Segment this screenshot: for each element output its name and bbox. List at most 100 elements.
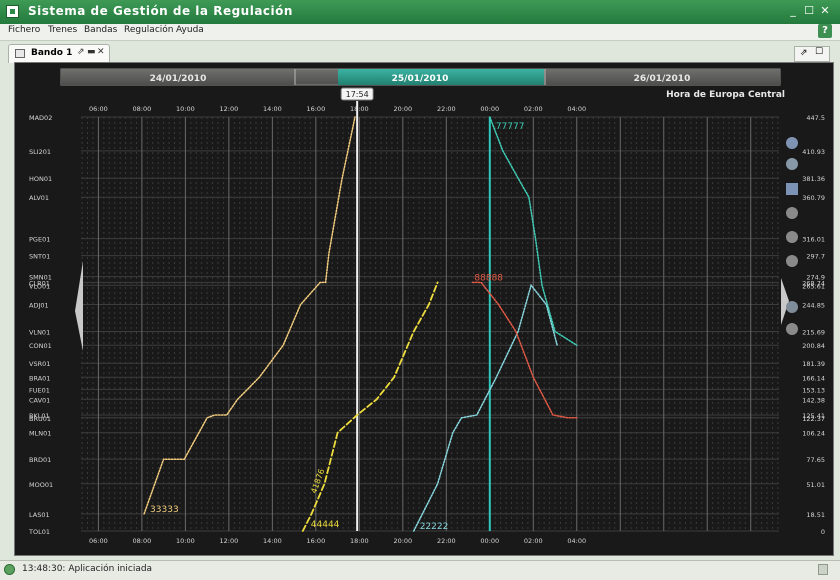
menu-trenes[interactable]: Trenes — [48, 25, 77, 35]
station-label: VLO01 — [29, 282, 50, 290]
menu-fichero[interactable]: Fichero — [8, 25, 40, 35]
scroll-right-handle[interactable] — [781, 278, 789, 325]
station-label: ADJ01 — [29, 301, 49, 309]
tool-icon[interactable] — [786, 231, 798, 243]
km-label: 316.01 — [802, 236, 825, 244]
station-label: SLI201 — [29, 148, 51, 156]
time-markers: 17:54 — [340, 87, 491, 531]
station-label: VSR01 — [29, 360, 50, 368]
time-tick-label: 08:00 — [133, 537, 152, 545]
help-icon[interactable]: ? — [818, 24, 832, 38]
time-tick-label: 00:00 — [480, 537, 499, 545]
station-label: SNT01 — [29, 253, 50, 261]
grid — [81, 116, 779, 532]
resize-grip-icon[interactable] — [818, 564, 828, 575]
float-view-icon[interactable]: ⇗ — [800, 48, 808, 58]
station-label: MLN01 — [29, 430, 51, 438]
scroll-left-handle[interactable] — [75, 261, 83, 351]
station-label: FUE01 — [29, 386, 50, 394]
km-label: 360.79 — [802, 194, 825, 202]
train-label[interactable]: 77777 — [496, 122, 525, 132]
tool-icon[interactable] — [786, 207, 798, 219]
view-buttons: ⇗ ☐ — [794, 46, 830, 62]
menu-ayuda[interactable]: Ayuda — [176, 25, 204, 35]
km-label: 106.24 — [802, 430, 825, 438]
time-tick-label: 16:00 — [306, 105, 325, 113]
menu-regulacion[interactable]: Regulación — [124, 25, 173, 35]
time-tick-label: 16:00 — [306, 537, 325, 545]
minimize-tab-icon[interactable]: ▬ — [87, 47, 96, 57]
document-tab[interactable]: Bando 1 ⇗ ▬ ✕ — [8, 44, 110, 63]
tool-icon[interactable] — [786, 301, 798, 313]
train-label[interactable]: 88888 — [474, 273, 503, 283]
train-label[interactable]: 33333 — [150, 505, 179, 515]
timezone-label: Hora de Europa Central — [666, 90, 785, 100]
diagram-panel: 24/01/2010 25/01/2010 26/01/2010 Hora de… — [14, 62, 834, 556]
maximize-view-icon[interactable]: ☐ — [815, 47, 823, 57]
time-tick-label: 22:00 — [437, 105, 456, 113]
km-label: 200.84 — [802, 342, 825, 350]
train-graph[interactable]: 24/01/2010 25/01/2010 26/01/2010 Hora de… — [15, 63, 833, 555]
km-label: 18.51 — [806, 511, 825, 519]
map-tool-icons — [786, 137, 798, 335]
station-label: BRU01 — [29, 415, 51, 423]
layer-icon[interactable] — [786, 183, 798, 195]
train-label[interactable]: 22222 — [420, 522, 449, 532]
date-tab-label: 26/01/2010 — [634, 74, 691, 84]
time-tick-label: 02:00 — [524, 537, 543, 545]
menu-bar: Fichero Trenes Bandas Regulación Ayuda — [0, 24, 840, 41]
train-path-88888[interactable] — [471, 281, 578, 419]
station-label: MOO01 — [29, 481, 53, 489]
km-label: 410.93 — [802, 148, 825, 156]
window-title: Sistema de Gestión de la Regulación — [28, 4, 293, 18]
minimize-button[interactable]: _ — [786, 4, 800, 18]
km-label: 166.14 — [802, 374, 825, 382]
time-tick-label: 00:00 — [480, 105, 499, 113]
status-message: 13:48:30: Aplicación iniciada — [22, 564, 153, 574]
status-bar: 13:48:30: Aplicación iniciada — [0, 560, 840, 580]
menu-bandas[interactable]: Bandas — [84, 25, 117, 35]
scroll-right-arrow-icon[interactable] — [781, 278, 789, 325]
station-label: LAS01 — [29, 511, 50, 519]
km-label: 77.65 — [806, 456, 825, 464]
time-tick-label: 22:00 — [437, 537, 456, 545]
time-tick-label: 18:00 — [350, 105, 369, 113]
km-label: 51.01 — [806, 481, 825, 489]
globe-icon[interactable] — [786, 137, 798, 149]
date-tab-bar: 24/01/2010 25/01/2010 26/01/2010 — [60, 68, 781, 86]
km-label: 122.37 — [802, 415, 825, 423]
zoom-icon[interactable] — [786, 158, 798, 170]
maximize-button[interactable]: ☐ — [802, 4, 816, 18]
km-label: 381.36 — [802, 175, 825, 183]
station-label: ALV01 — [29, 194, 49, 202]
time-tick-label: 08:00 — [133, 105, 152, 113]
station-label: BRD01 — [29, 456, 51, 464]
scroll-left-arrow-icon[interactable] — [75, 261, 83, 351]
train-label[interactable]: 44444 — [311, 520, 340, 530]
time-tick-label: 04:00 — [567, 105, 586, 113]
time-tick-label: 20:00 — [393, 537, 412, 545]
document-icon — [15, 49, 25, 58]
station-label: VLN01 — [29, 328, 50, 336]
station-label: BRA01 — [29, 374, 50, 382]
close-tab-icon[interactable]: ✕ — [97, 47, 105, 57]
tool-icon[interactable] — [786, 255, 798, 267]
restore-tab-icon[interactable]: ⇗ — [77, 47, 85, 57]
date-tab-label: 24/01/2010 — [150, 74, 207, 84]
station-label: MAD02 — [29, 114, 52, 122]
station-label: TOL01 — [28, 528, 50, 536]
document-tab-label: Bando 1 — [31, 48, 73, 58]
close-button[interactable]: ✕ — [818, 4, 832, 18]
time-tick-label: 18:00 — [350, 537, 369, 545]
time-tick-label: 20:00 — [393, 105, 412, 113]
train-path-33333[interactable] — [143, 116, 356, 515]
time-tick-label: 04:00 — [567, 537, 586, 545]
current-time-label: 17:54 — [346, 90, 369, 99]
tool-icon[interactable] — [786, 323, 798, 335]
station-label: PGE01 — [29, 236, 50, 244]
train-label[interactable]: 41876 — [309, 468, 326, 495]
km-label: 265.61 — [802, 282, 825, 290]
date-tab-label: 25/01/2010 — [392, 74, 449, 84]
km-label: 153.13 — [802, 386, 825, 394]
km-label: 181.39 — [802, 360, 825, 368]
